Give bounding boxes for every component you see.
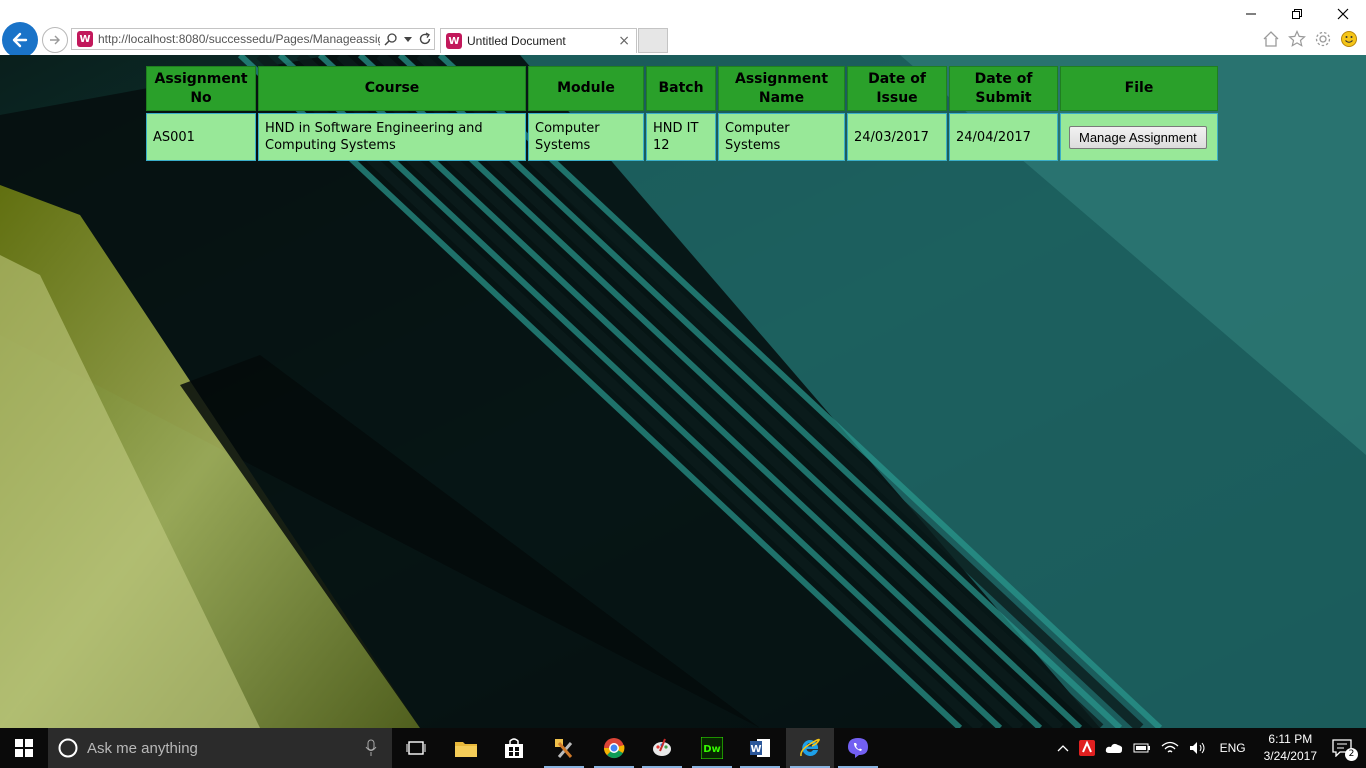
search-placeholder: Ask me anything <box>87 739 198 757</box>
taskbar-tools[interactable] <box>540 728 588 768</box>
header-file: File <box>1060 66 1218 111</box>
header-date-of-submit: Date of Submit <box>949 66 1058 111</box>
new-tab-button[interactable] <box>638 28 668 53</box>
battery-icon <box>1133 743 1150 753</box>
header-assignment-no: Assignment No <box>146 66 256 111</box>
dreamweaver-icon: Dw <box>701 737 723 759</box>
taskbar-paint[interactable] <box>638 728 686 768</box>
internet-explorer-icon <box>800 738 820 757</box>
close-window-button[interactable] <box>1320 0 1366 28</box>
close-icon <box>1337 8 1349 20</box>
taskbar-viber[interactable] <box>834 728 882 768</box>
header-assignment-name: Assignment Name <box>718 66 845 111</box>
cell-date-of-submit: 24/04/2017 <box>949 113 1058 161</box>
restore-button[interactable] <box>1274 0 1320 28</box>
assignments-table: Assignment No Course Module Batch Assign… <box>144 64 1220 163</box>
show-hidden-icons-button[interactable] <box>1057 743 1069 753</box>
paint-palette-icon <box>653 738 671 756</box>
feedback-smiley-icon[interactable] <box>1340 30 1358 48</box>
avira-umbrella-icon <box>1078 740 1095 756</box>
arrow-right-icon <box>50 35 60 45</box>
header-course: Course <box>258 66 526 111</box>
forward-button[interactable] <box>42 27 68 53</box>
refresh-icon[interactable] <box>418 32 432 46</box>
taskbar-dreamweaver[interactable]: Dw <box>688 728 736 768</box>
speaker-icon <box>1189 742 1205 754</box>
wifi-tray-icon[interactable] <box>1161 741 1179 755</box>
site-favicon-icon: W <box>77 31 93 47</box>
tab-title: Untitled Document <box>467 34 566 48</box>
volume-tray-icon[interactable] <box>1189 741 1207 755</box>
taskbar-store[interactable] <box>490 728 538 768</box>
task-view-icon <box>406 741 426 755</box>
cell-assignment-no: AS001 <box>146 113 256 161</box>
page-viewport: Assignment No Course Module Batch Assign… <box>0 55 1366 728</box>
table-header-row: Assignment No Course Module Batch Assign… <box>146 66 1218 111</box>
taskbar-chrome[interactable] <box>590 728 638 768</box>
folder-icon <box>455 742 477 757</box>
back-button[interactable] <box>2 22 38 58</box>
action-center-button[interactable]: 2 <box>1332 739 1358 761</box>
notification-count-badge: 2 <box>1345 748 1358 761</box>
settings-gear-icon[interactable] <box>1314 30 1332 48</box>
store-bag-icon <box>505 738 523 758</box>
dropdown-icon[interactable] <box>404 35 412 43</box>
address-bar[interactable]: W http://localhost:8080/successedu/Pages… <box>71 28 435 50</box>
svg-text:Dw: Dw <box>703 744 721 755</box>
cell-batch: HND IT 12 <box>646 113 716 161</box>
search-icon[interactable] <box>384 32 398 46</box>
antivirus-tray-icon[interactable] <box>1078 740 1095 756</box>
clock-date: 3/24/2017 <box>1263 749 1317 763</box>
battery-tray-icon[interactable] <box>1133 742 1151 754</box>
minimize-icon <box>1246 13 1256 15</box>
viber-icon <box>848 738 868 758</box>
taskbar-file-explorer[interactable] <box>442 728 490 768</box>
cell-file: Manage Assignment <box>1060 113 1218 161</box>
clock-time: 6:11 PM <box>1268 732 1313 746</box>
cortana-search-box[interactable]: Ask me anything <box>48 728 392 768</box>
tab-untitled-document[interactable]: W Untitled Document × <box>440 28 637 53</box>
taskbar-word[interactable]: W <box>736 728 784 768</box>
onedrive-tray-icon[interactable] <box>1105 742 1123 754</box>
cell-assignment-name: Computer Systems <box>718 113 845 161</box>
cloud-icon <box>1105 743 1122 753</box>
input-language[interactable]: ENG <box>1220 741 1246 755</box>
cell-module: Computer Systems <box>528 113 644 161</box>
manage-assignment-button[interactable]: Manage Assignment <box>1069 125 1207 149</box>
restore-icon <box>1292 9 1302 19</box>
windows-logo-icon <box>15 739 33 757</box>
arrow-left-icon <box>12 32 28 48</box>
start-button[interactable] <box>0 728 48 768</box>
header-date-of-issue: Date of Issue <box>847 66 947 111</box>
taskbar: Ask me anything Dw W ENG 6:11 PM 3/24/20… <box>0 728 1366 768</box>
favorites-star-icon[interactable] <box>1288 30 1306 48</box>
cell-date-of-issue: 24/03/2017 <box>847 113 947 161</box>
header-batch: Batch <box>646 66 716 111</box>
wifi-icon <box>1161 741 1179 753</box>
home-icon[interactable] <box>1262 30 1280 48</box>
system-clock[interactable]: 6:11 PM 3/24/2017 <box>1264 731 1317 765</box>
table-row: AS001 HND in Software Engineering and Co… <box>146 113 1218 161</box>
microphone-icon[interactable] <box>364 739 378 757</box>
chrome-icon <box>604 738 625 759</box>
tools-icon <box>555 739 573 758</box>
address-url[interactable]: http://localhost:8080/successedu/Pages/M… <box>98 32 380 46</box>
header-module: Module <box>528 66 644 111</box>
system-tray: ENG 6:11 PM 3/24/2017 2 <box>1052 728 1366 768</box>
word-icon: W <box>750 739 770 757</box>
cell-course: HND in Software Engineering and Computin… <box>258 113 526 161</box>
chevron-up-icon <box>1057 745 1069 752</box>
cortana-circle-icon <box>58 738 78 758</box>
browser-chrome: W http://localhost:8080/successedu/Pages… <box>0 0 1366 58</box>
minimize-button[interactable] <box>1228 0 1274 28</box>
close-tab-icon[interactable]: × <box>618 33 630 49</box>
taskbar-internet-explorer[interactable] <box>786 728 834 768</box>
tab-favicon-icon: W <box>446 33 462 49</box>
window-controls <box>1228 0 1366 28</box>
task-view-button[interactable] <box>392 728 440 768</box>
svg-text:W: W <box>750 744 761 755</box>
